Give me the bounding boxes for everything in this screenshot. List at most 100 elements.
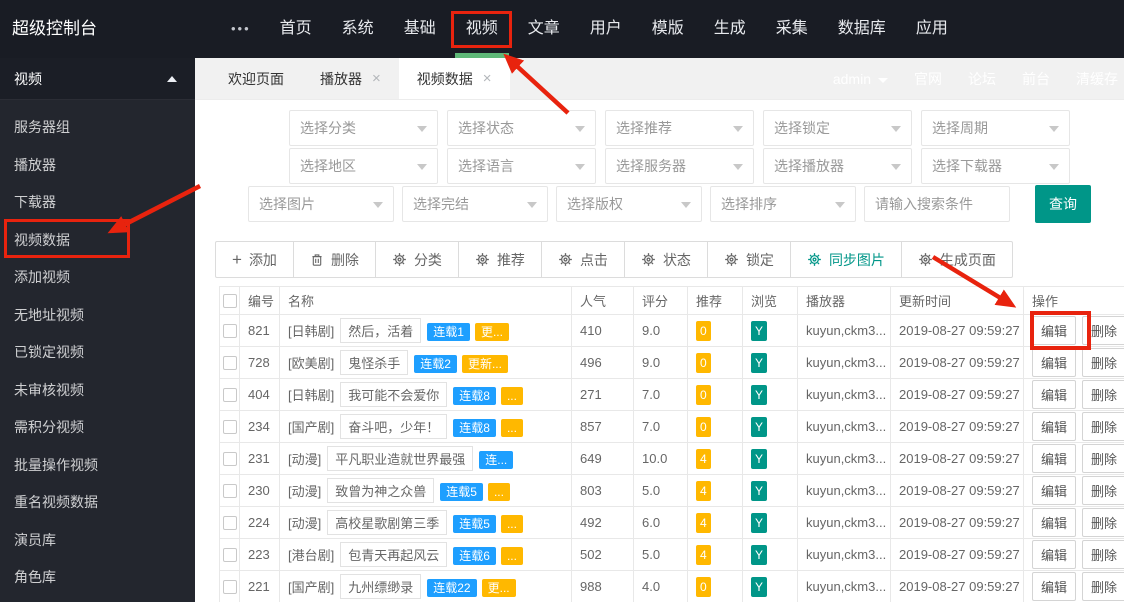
delete-button[interactable]: 删除 [1082,476,1124,505]
row-checkbox[interactable] [222,516,237,531]
filter-select-1-3[interactable]: 选择推荐 [605,110,754,146]
sidebar-item-6[interactable]: 无地址视频 [0,297,195,335]
nav-item-5[interactable]: 文章 [513,0,575,58]
more-icon[interactable]: ••• [231,0,251,58]
nav-item-1[interactable]: 首页 [265,0,327,58]
edit-button[interactable]: 编辑 [1032,540,1077,569]
user-link-2[interactable]: 论坛 [968,69,996,89]
user-link-3[interactable]: 前台 [1022,69,1050,89]
sidebar-item-12[interactable]: 演员库 [0,522,195,560]
close-icon[interactable]: × [372,71,381,86]
sidebar-item-3[interactable]: 下载器 [0,184,195,222]
toolbar-button-6[interactable]: 状态 [623,241,708,278]
recommend-badge: 4 [696,480,711,501]
sidebar-item-13[interactable]: 角色库 [0,559,195,597]
close-icon[interactable]: × [483,71,492,86]
filter-select-1-2[interactable]: 选择状态 [447,110,596,146]
nav-item-10[interactable]: 数据库 [823,0,901,58]
delete-button[interactable]: 删除 [1082,540,1124,569]
toolbar-button-3[interactable]: 分类 [374,241,459,278]
delete-button[interactable]: 删除 [1082,380,1124,409]
tab-3[interactable]: 视频数据 × [398,58,510,99]
cell-actions: 编辑 删除 [1023,314,1124,347]
row-checkbox[interactable] [222,388,237,403]
row-checkbox[interactable] [222,580,237,595]
delete-button[interactable]: 删除 [1082,508,1124,537]
user-link-1[interactable]: 官网 [914,69,942,89]
delete-button[interactable]: 删除 [1082,348,1124,377]
delete-button[interactable]: 删除 [1082,412,1124,441]
filter-select-3-1[interactable]: 选择图片 [248,186,394,222]
sidebar-item-4[interactable]: 视频数据 [0,222,195,260]
row-checkbox[interactable] [222,420,237,435]
sidebar-item-11[interactable]: 重名视频数据 [0,484,195,522]
toolbar-button-9[interactable]: 生成页面 [900,241,1013,278]
toolbar-button-8[interactable]: 同步图片 [789,241,902,278]
search-input[interactable] [864,186,1010,222]
toolbar-button-7[interactable]: 锁定 [706,241,791,278]
tab-2[interactable]: 播放器 × [302,58,399,99]
sidebar-item-5[interactable]: 添加视频 [0,259,195,297]
filter-select-1-4[interactable]: 选择锁定 [763,110,912,146]
filter-select-2-5[interactable]: 选择下载器 [921,148,1070,184]
nav-item-7[interactable]: 模版 [637,0,699,58]
user-link-4[interactable]: 清缓存 [1076,69,1118,89]
delete-button[interactable]: 删除 [1082,316,1124,345]
filter-select-2-3[interactable]: 选择服务器 [605,148,754,184]
nav-item-11[interactable]: 应用 [901,0,963,58]
delete-button[interactable]: 删除 [1082,572,1124,601]
edit-button[interactable]: 编辑 [1032,380,1077,409]
edit-button[interactable]: 编辑 [1032,316,1077,345]
tab-list: 欢迎页面 播放器 × 视频数据 × [210,58,510,99]
edit-button[interactable]: 编辑 [1032,444,1077,473]
edit-button[interactable]: 编辑 [1032,508,1077,537]
sidebar-item-1[interactable]: 服务器组 [0,109,195,147]
user-menu[interactable]: admin [833,71,888,87]
nav-item-9[interactable]: 采集 [761,0,823,58]
nav-item-8[interactable]: 生成 [699,0,761,58]
edit-button[interactable]: 编辑 [1032,572,1077,601]
nav-item-6[interactable]: 用户 [575,0,637,58]
nav-item-3[interactable]: 基础 [389,0,451,58]
cell-name: [欧美剧] 鬼怪杀手 连载2 更新... [279,346,572,379]
tab-1[interactable]: 欢迎页面 [210,58,302,99]
video-title: 致曾为神之众兽 [327,478,435,503]
filter-select-1-1[interactable]: 选择分类 [289,110,438,146]
edit-button[interactable]: 编辑 [1032,348,1077,377]
toolbar-button-1[interactable]: + 添加 [215,241,294,278]
toolbar-button-5[interactable]: 点击 [540,241,625,278]
sidebar-item-10[interactable]: 批量操作视频 [0,447,195,485]
sidebar-item-7[interactable]: 已锁定视频 [0,334,195,372]
sidebar-item-8[interactable]: 未审核视频 [0,372,195,410]
filter-select-2-4[interactable]: 选择播放器 [763,148,912,184]
filter-select-3-2[interactable]: 选择完结 [402,186,548,222]
sidebar-group-video[interactable]: 视频 [0,58,195,100]
edit-button[interactable]: 编辑 [1032,412,1077,441]
sidebar-item-2[interactable]: 播放器 [0,147,195,185]
filter-select-3-4[interactable]: 选择排序 [710,186,856,222]
toolbar-button-4[interactable]: 推荐 [457,241,542,278]
column-header-6: 浏览 [742,286,798,315]
select-all-checkbox[interactable] [222,294,237,309]
search-button[interactable]: 查询 [1035,185,1091,223]
edit-button[interactable]: 编辑 [1032,476,1077,505]
row-checkbox[interactable] [222,484,237,499]
delete-button[interactable]: 删除 [1082,444,1124,473]
column-header-8: 更新时间 [890,286,1024,315]
toolbar-button-2[interactable]: 删除 [292,241,376,278]
cell-popularity: 502 [571,538,634,571]
filter-select-2-2[interactable]: 选择语言 [447,148,596,184]
row-checkbox[interactable] [222,548,237,563]
nav-item-label: 文章 [527,20,560,37]
sidebar-item-9[interactable]: 需积分视频 [0,409,195,447]
row-checkbox[interactable] [222,452,237,467]
cell-recommend: 0 [687,314,743,347]
row-checkbox[interactable] [222,324,237,339]
filter-select-3-3[interactable]: 选择版权 [556,186,702,222]
filter-select-2-1[interactable]: 选择地区 [289,148,438,184]
nav-item-4[interactable]: 视频 [451,0,513,58]
row-checkbox[interactable] [222,356,237,371]
update-badge: 更... [474,323,509,341]
filter-select-1-5[interactable]: 选择周期 [921,110,1070,146]
nav-item-2[interactable]: 系统 [327,0,389,58]
